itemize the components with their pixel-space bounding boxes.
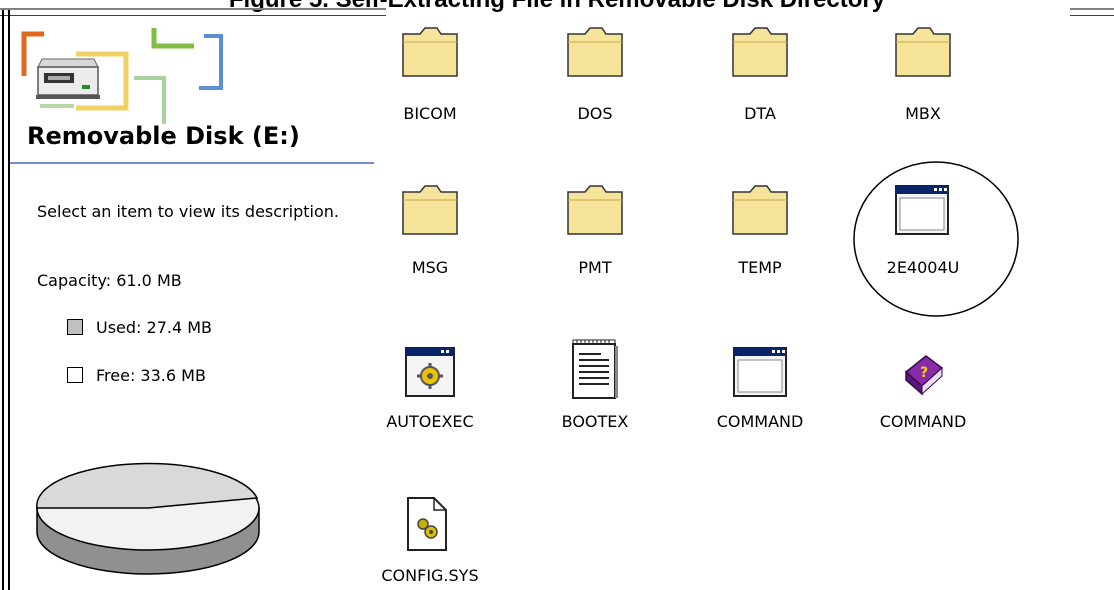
file-label[interactable]: CONFIG.SYS [350,566,510,585]
folder-icon[interactable] [893,24,953,84]
pie-used-slice [36,462,259,509]
file-label[interactable]: 2E4004U [843,258,1003,277]
used-legend-swatch [67,319,83,335]
file-label[interactable]: PMT [515,258,675,277]
used-space-text: Used: 27.4 MB [96,318,213,337]
removable-disk-drive-icon [34,55,100,105]
window-frame-top [1070,8,1114,16]
folder-icon[interactable] [400,24,460,84]
file-label[interactable]: DOS [515,104,675,123]
folder-icon[interactable] [730,182,790,242]
file-label[interactable]: AUTOEXEC [350,412,510,431]
file-label[interactable]: MBX [843,104,1003,123]
batch-file-icon[interactable] [404,346,456,402]
help-book-icon[interactable]: ? [898,350,948,404]
folder-icon[interactable] [400,182,460,242]
window-frame-top [0,8,386,16]
title-divider [10,162,374,164]
folder-icon[interactable] [565,24,625,84]
program-window-icon[interactable] [732,346,788,402]
folder-icon[interactable] [565,182,625,242]
text-document-icon[interactable] [569,338,621,404]
capacity-text: Capacity: 61.0 MB [37,271,182,290]
program-window-icon[interactable] [894,184,950,240]
window-frame-left [2,10,10,590]
svg-text:?: ? [920,365,928,381]
folder-icon[interactable] [730,24,790,84]
file-label[interactable]: BICOM [350,104,510,123]
file-label[interactable]: COMMAND [843,412,1003,431]
free-legend-swatch [67,367,83,383]
free-space-text: Free: 33.6 MB [96,366,206,385]
file-label[interactable]: DTA [680,104,840,123]
file-label[interactable]: TEMP [680,258,840,277]
page-title: Removable Disk (E:) [27,122,300,150]
description-text: Select an item to view its description. [37,202,339,221]
system-file-icon[interactable] [404,496,450,556]
file-label[interactable]: COMMAND [680,412,840,431]
file-label[interactable]: BOOTEX [515,412,675,431]
file-label[interactable]: MSG [350,258,510,277]
disk-usage-pie [33,460,263,584]
